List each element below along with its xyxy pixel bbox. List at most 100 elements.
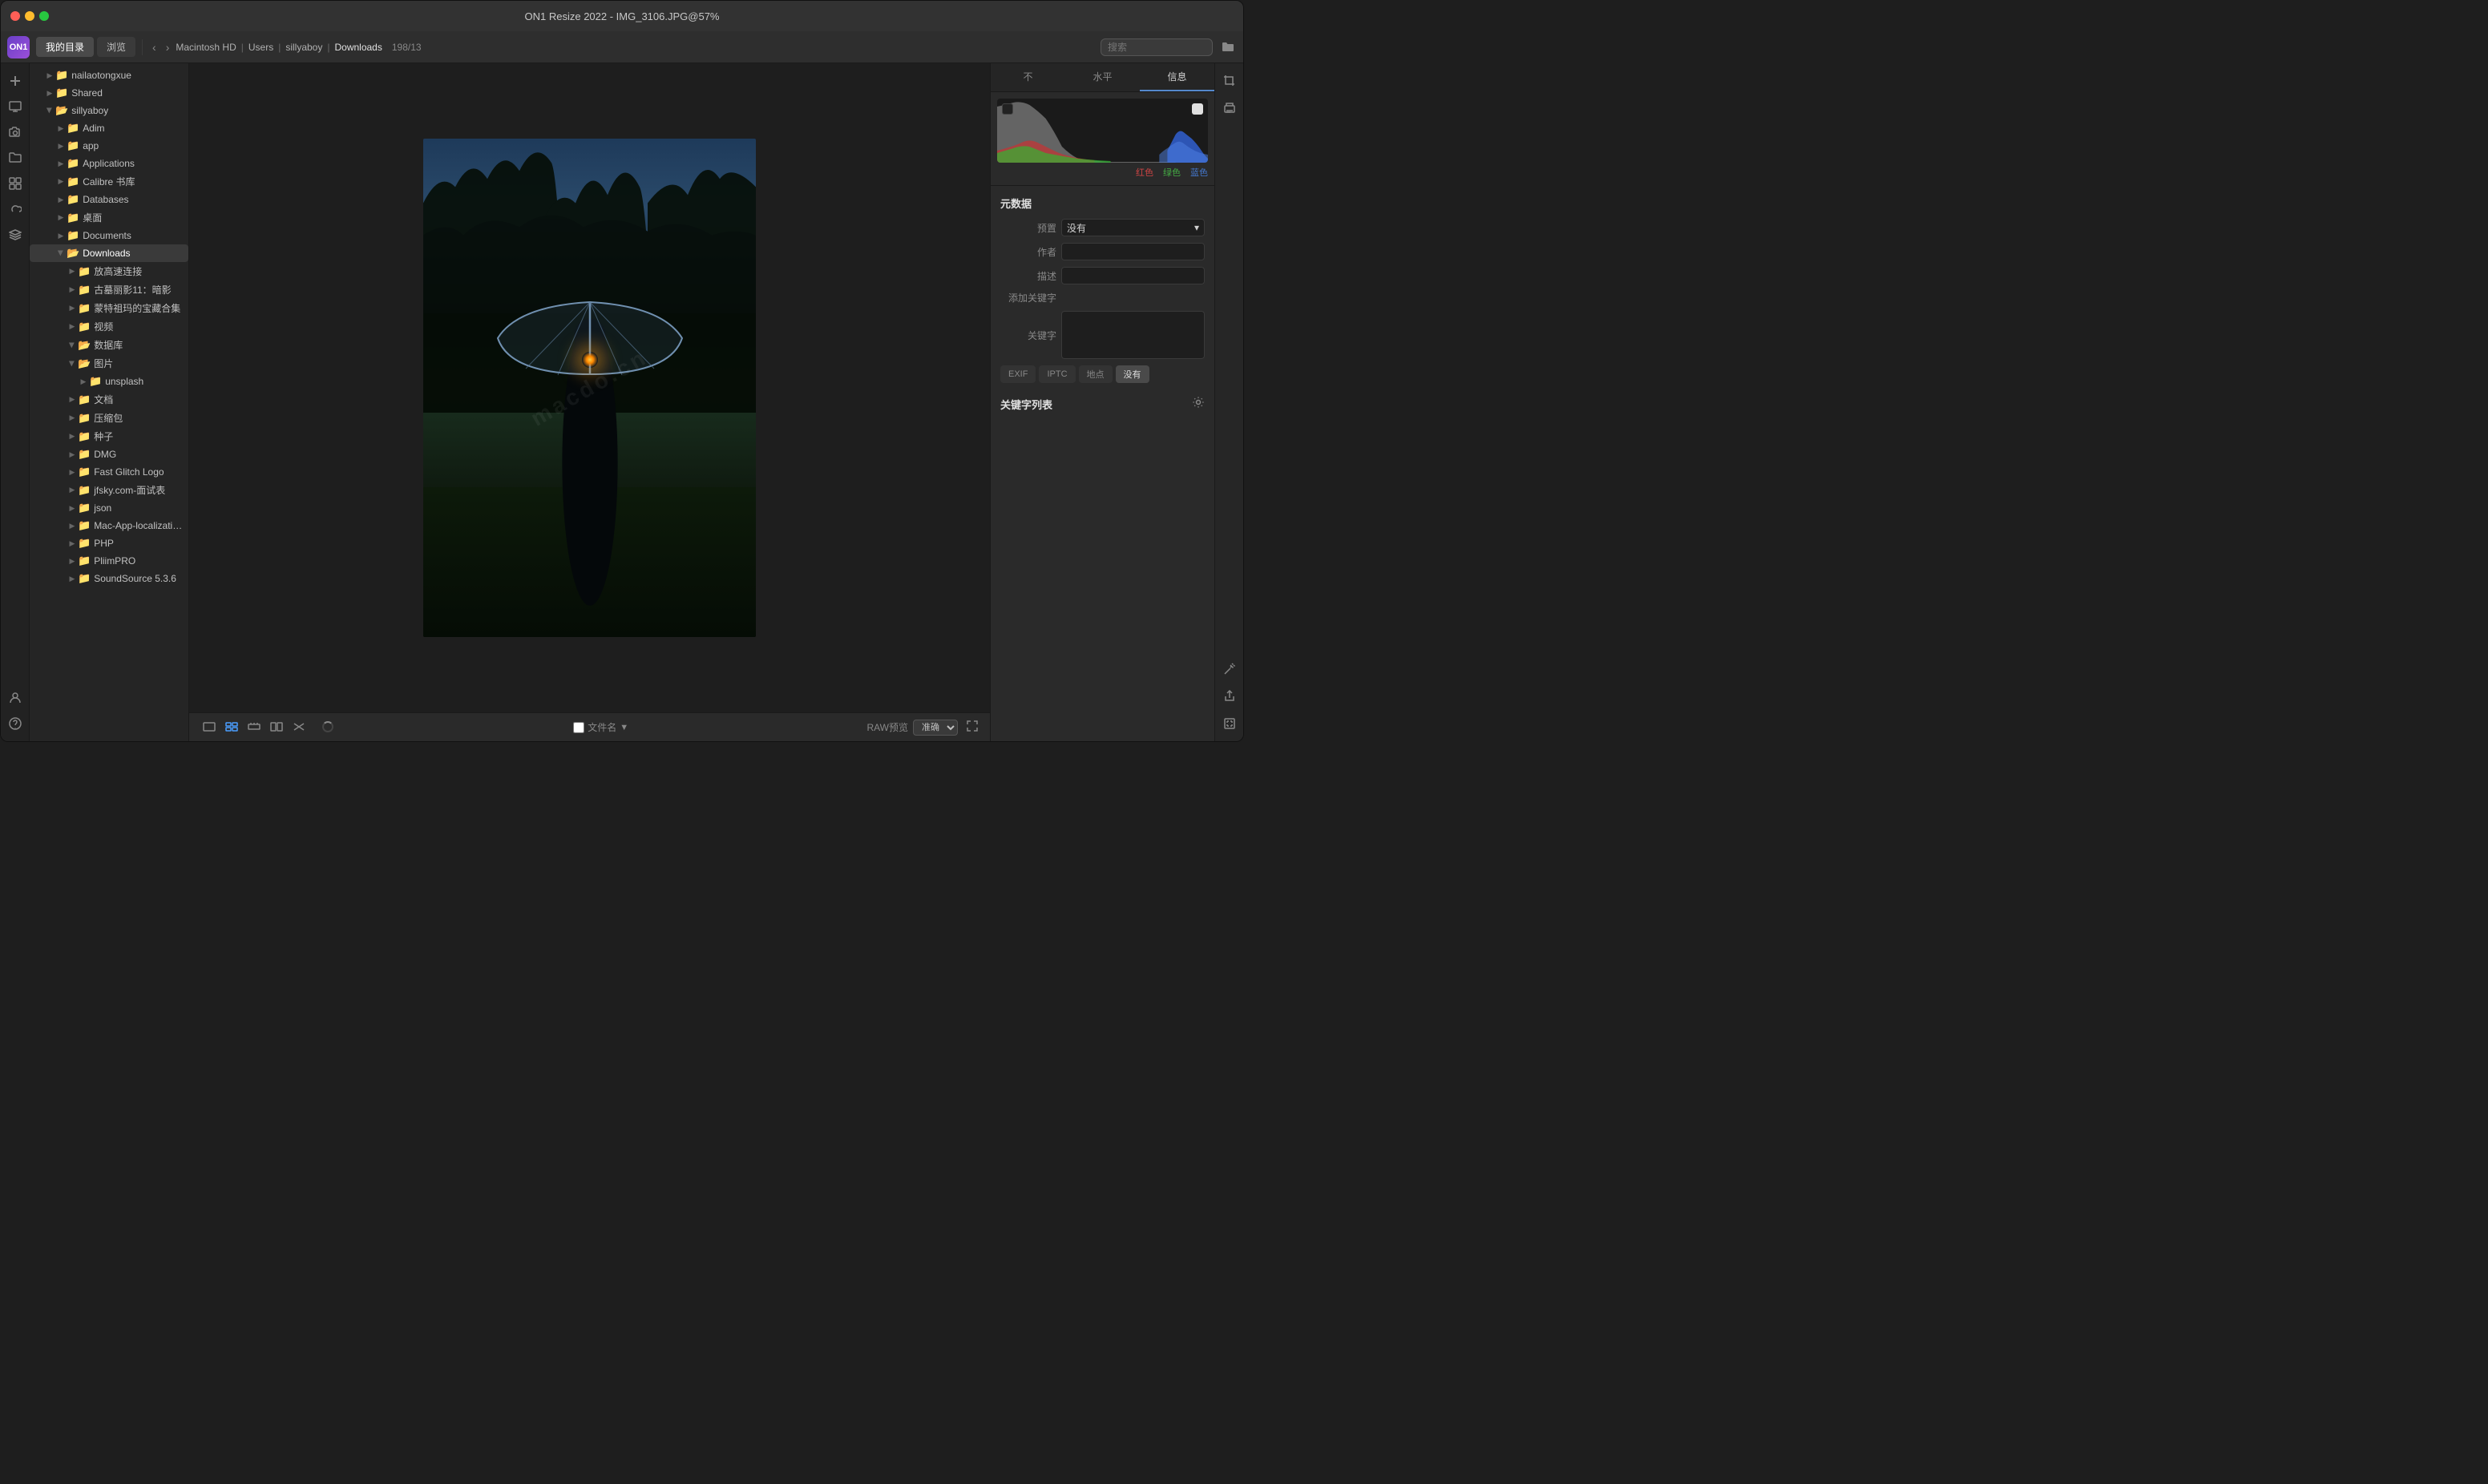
tree-item-documents[interactable]: ▶ 📁 Documents [30,227,188,244]
nav-forward-button[interactable]: › [163,39,173,55]
folder-icon-tomb: 📁 [78,284,91,296]
tree-item-gaosu[interactable]: ▶ 📁 放高速连接 [30,262,188,280]
monitor-button[interactable] [4,95,26,118]
layers-button[interactable] [4,224,26,246]
filename-checkbox[interactable] [573,722,584,733]
photo-container: macdo.cn [423,139,756,637]
tree-item-app[interactable]: ▶ 📁 app [30,137,188,155]
tree-item-dmg[interactable]: ▶ 📁 DMG [30,446,188,463]
view-grid-btn[interactable] [221,719,242,736]
window-title: ON1 Resize 2022 - IMG_3106.JPG@57% [525,10,720,22]
meta-tab-exif[interactable]: EXIF [1000,365,1036,383]
tree-item-fast-glitch[interactable]: ▶ 📁 Fast Glitch Logo [30,463,188,481]
fullscreen-btn[interactable] [964,718,980,736]
print-button[interactable] [1218,97,1241,119]
tree-item-shared[interactable]: ▶ 📁 Shared [30,84,188,102]
share-icon [1223,690,1236,703]
folder-icon-downloads: 📂 [67,247,79,260]
share-button[interactable] [1218,685,1241,708]
grid-button[interactable] [4,172,26,195]
filename-dropdown-btn[interactable]: ▼ [620,723,628,732]
tree-item-shujuku[interactable]: ▶ 📂 数据库 [30,336,188,354]
tree-item-wendang[interactable]: ▶ 📁 文档 [30,390,188,409]
tree-item-calibre[interactable]: ▶ 📁 Calibre 书库 [30,172,188,191]
tree-item-pictures[interactable]: ▶ 📂 图片 [30,354,188,373]
folder-icon-button[interactable] [1219,38,1237,56]
tab-my-catalog[interactable]: 我的目录 [36,37,94,57]
tree-item-montezuma[interactable]: ▶ 📁 蒙特祖玛的宝藏合集 [30,299,188,317]
keywords-settings-button[interactable] [1192,396,1205,413]
zoom-fit-button[interactable] [1218,712,1241,735]
meta-tab-location[interactable]: 地点 [1079,365,1113,383]
tree-item-nailaotongxue[interactable]: ▶ 📁 nailaotongxue [30,67,188,84]
tree-item-adim[interactable]: ▶ 📁 Adim [30,119,188,137]
breadcrumb-part1[interactable]: Macintosh HD [176,42,236,53]
tab-browse[interactable]: 浏览 [97,37,135,57]
tab-horizontal[interactable]: 水平 [1065,63,1140,91]
label-yasuobao: 压缩包 [94,411,123,425]
tree-item-applications[interactable]: ▶ 📁 Applications [30,155,188,172]
tree-item-yasuobao[interactable]: ▶ 📁 压缩包 [30,409,188,427]
wand-button[interactable] [1218,658,1241,680]
raw-preview-label: RAW预览 [866,720,908,734]
folder-icon-nailaotongxue: 📁 [55,69,68,82]
tree-item-jfsky[interactable]: ▶ 📁 jfsky.com-面试表 [30,481,188,499]
hist-green-label: 绿色 [1163,166,1181,179]
nav-back-button[interactable]: ‹ [149,39,160,55]
tree-item-desktop[interactable]: ▶ 📁 桌面 [30,208,188,227]
cloud-button[interactable] [4,198,26,220]
tree-item-json[interactable]: ▶ 📁 json [30,499,188,517]
help-button[interactable] [4,712,26,735]
label-video: 视频 [94,320,113,333]
minimize-button[interactable] [25,11,34,21]
tree-item-sillyaboy[interactable]: ▶ 📂 sillyaboy [30,102,188,119]
folder-icon-soundsource: 📁 [78,572,91,585]
main-window: ON1 Resize 2022 - IMG_3106.JPG@57% ON1 我… [0,0,1244,742]
print-icon [1223,102,1236,115]
meta-tab-none[interactable]: 没有 [1116,365,1149,383]
meta-preset-dropdown[interactable]: 没有 ▾ [1061,219,1205,236]
photo-viewer[interactable]: macdo.cn [189,63,990,712]
tree-item-databases[interactable]: ▶ 📁 Databases [30,191,188,208]
tab-not[interactable]: 不 [991,63,1065,91]
view-single-btn[interactable] [199,719,220,736]
add-button[interactable] [4,70,26,92]
view-custom-btn[interactable] [289,719,309,736]
meta-author-input[interactable] [1061,243,1205,260]
view-filmstrip-btn[interactable] [244,719,265,736]
close-button[interactable] [10,11,20,21]
folder-icon-montezuma: 📁 [78,302,91,315]
label-fast-glitch: Fast Glitch Logo [94,466,164,478]
tree-item-video[interactable]: ▶ 📁 视频 [30,317,188,336]
tab-info[interactable]: 信息 [1140,63,1214,91]
tree-item-downloads[interactable]: ▶ 📂 Downloads [30,244,188,262]
tree-item-tomb[interactable]: ▶ 📁 古墓丽影11：暗影 [30,280,188,299]
breadcrumb-part4[interactable]: Downloads [334,42,382,53]
breadcrumb-part3[interactable]: sillyaboy [285,42,322,53]
chevron-calibre: ▶ [55,176,67,188]
tree-item-mac-app[interactable]: ▶ 📁 Mac-App-localization-main [30,517,188,534]
grid-icon [9,177,22,190]
search-input[interactable] [1101,38,1213,56]
help-icon [9,717,22,730]
label-nailaotongxue: nailaotongxue [71,70,131,81]
tree-item-php[interactable]: ▶ 📁 PHP [30,534,188,552]
meta-description-input[interactable] [1061,267,1205,284]
tree-item-seeds[interactable]: ▶ 📁 种子 [30,427,188,446]
camera-button[interactable] [4,121,26,143]
folder-icon-json: 📁 [78,502,91,514]
tree-item-pliim[interactable]: ▶ 📁 PliimPRO [30,552,188,570]
raw-preview-select[interactable]: 准确 [913,720,958,736]
breadcrumb-part2[interactable]: Users [248,42,273,53]
folder-button[interactable] [4,147,26,169]
meta-tab-iptc[interactable]: IPTC [1039,365,1075,383]
tree-item-unsplash[interactable]: ▶ 📁 unsplash [30,373,188,390]
folder-icon-yasuobao: 📁 [78,412,91,425]
user-button[interactable] [4,687,26,709]
label-documents: Documents [83,230,131,241]
maximize-button[interactable] [39,11,49,21]
view-compare-btn[interactable] [266,719,287,736]
crop-button[interactable] [1218,70,1241,92]
meta-keywords-box[interactable] [1061,311,1205,359]
tree-item-soundsource[interactable]: ▶ 📁 SoundSource 5.3.6 [30,570,188,587]
